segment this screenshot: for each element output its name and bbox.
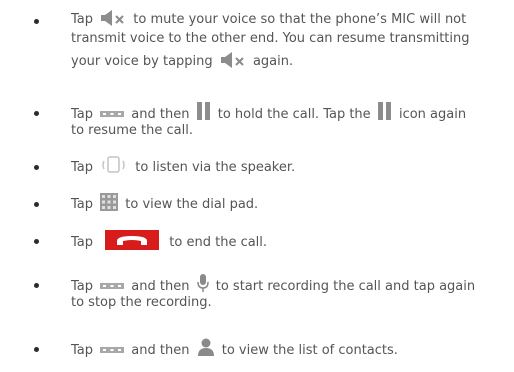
hold-icon <box>377 102 392 126</box>
text: to start recording the call and tap agai… <box>215 279 476 294</box>
text-line: to stop the recording. <box>71 294 212 312</box>
text: to resume the call. <box>71 123 193 138</box>
bullet <box>34 202 39 207</box>
text: your voice by tapping <box>71 54 213 69</box>
text-line: Tap to mute your voice so that the phone… <box>71 10 466 32</box>
text: to end the call. <box>169 235 268 250</box>
bullet <box>34 239 39 244</box>
instruction-list: Tap to mute your voice so that the phone… <box>0 0 514 372</box>
text-line: transmit voice to the other end. You can… <box>71 30 470 48</box>
speaker-icon <box>100 156 128 180</box>
text: to listen via the speaker. <box>135 160 296 175</box>
bullet <box>34 19 39 24</box>
text-line: Tap to view the dial pad. <box>71 193 258 217</box>
bullet <box>34 347 39 352</box>
text: and then <box>131 107 190 122</box>
text: to mute your voice so that the phone’s M… <box>133 12 467 27</box>
mute-icon <box>220 52 246 74</box>
text: to hold the call. Tap the <box>217 107 371 122</box>
text-line: Tap and then to view the list of contact… <box>71 338 398 362</box>
mute-icon <box>100 10 126 32</box>
text: and then <box>131 279 190 294</box>
text-line: your voice by tapping again. <box>71 52 293 74</box>
bullet <box>34 283 39 288</box>
bullet <box>34 165 39 170</box>
text: Tap <box>71 160 94 175</box>
text-line: Tap to listen via the speaker. <box>71 156 295 180</box>
dialpad-icon <box>100 193 119 217</box>
text: to stop the recording. <box>71 295 212 310</box>
text: Tap <box>71 107 94 122</box>
text: Tap <box>71 343 94 358</box>
text: Tap <box>71 235 94 250</box>
bullet <box>34 111 39 116</box>
end-call-icon <box>105 230 160 256</box>
text: Tap <box>71 197 94 212</box>
text: transmit voice to the other end. You can… <box>71 31 470 46</box>
more-icon <box>100 341 125 359</box>
text-line: to resume the call. <box>71 122 193 140</box>
more-icon <box>100 105 125 123</box>
contacts-icon <box>197 338 215 362</box>
text: icon again <box>398 107 467 122</box>
more-icon <box>100 277 125 295</box>
text: Tap <box>71 279 94 294</box>
text-line: Tap to end the call. <box>71 230 267 256</box>
text: again. <box>252 54 294 69</box>
text: and then <box>131 343 190 358</box>
hold-icon <box>196 102 211 126</box>
text: to view the dial pad. <box>125 197 259 212</box>
text: to view the list of contacts. <box>221 343 398 358</box>
text: Tap <box>71 12 94 27</box>
